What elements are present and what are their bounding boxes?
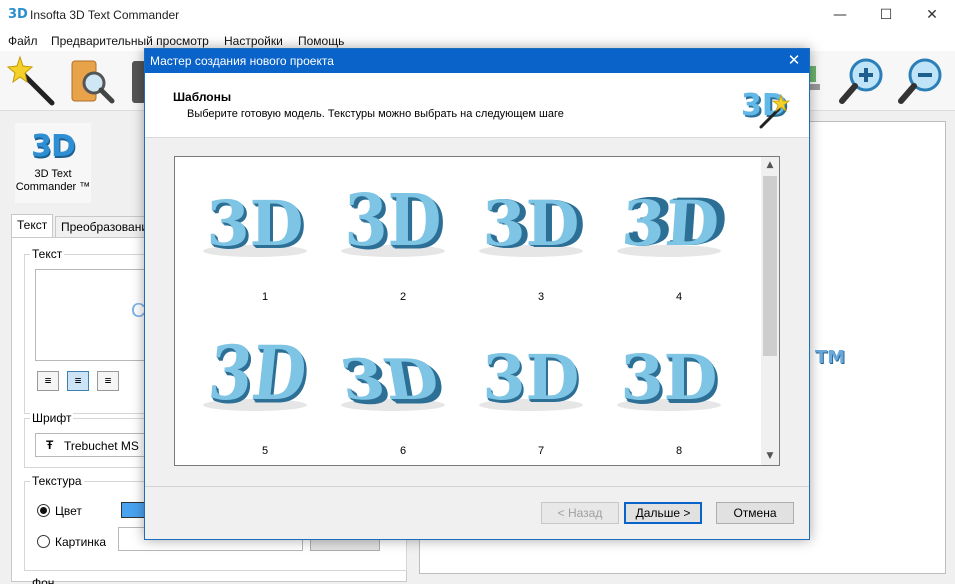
template-label: 4 bbox=[675, 291, 683, 303]
canvas-tm-text: TM bbox=[815, 347, 846, 368]
scroll-down-button[interactable]: ▼ bbox=[761, 448, 779, 465]
product-logo-icon: 3D bbox=[31, 129, 76, 164]
back-button[interactable]: < Назад bbox=[541, 502, 619, 524]
font-select-value: Trebuchet MS bbox=[64, 439, 139, 453]
zoom-in-icon[interactable] bbox=[836, 55, 888, 107]
menu-help[interactable]: Помощь bbox=[298, 34, 344, 48]
texture-picture-label: Картинка bbox=[55, 535, 107, 549]
template-preview-2: 3D3D3D3D3D bbox=[341, 178, 445, 266]
new-project-wizard-dialog: Мастер создания нового проекта ✕ Шаблоны… bbox=[144, 48, 810, 540]
template-label: 2 bbox=[399, 291, 407, 303]
texture-group-label: Текстура bbox=[30, 474, 84, 488]
scroll-thumb[interactable] bbox=[763, 176, 777, 356]
font-group-label: Шрифт bbox=[30, 411, 74, 425]
scroll-up-button[interactable]: ▲ bbox=[761, 157, 779, 174]
template-item-5[interactable]: 3D 3D 3D 3D 5 bbox=[195, 323, 315, 463]
dialog-header-subtitle: Выберите готовую модель. Текстуры можно … bbox=[187, 108, 564, 120]
template-label: 5 bbox=[261, 445, 269, 457]
template-item-4[interactable]: 3D 3D 3D 3D 3D 3D 3D 3D 3D 4 bbox=[609, 169, 729, 309]
close-window-button[interactable]: ✕ bbox=[909, 0, 955, 31]
tab-text[interactable]: Текст bbox=[11, 214, 54, 237]
template-text-face: 3D bbox=[620, 187, 722, 260]
dialog-title-bar: Мастер создания нового проекта ✕ bbox=[145, 49, 809, 73]
title-bar: 3D Insofta 3D Text Commander — ☐ ✕ bbox=[0, 0, 955, 31]
texture-color-radio[interactable] bbox=[37, 504, 50, 517]
zoom-out-icon[interactable] bbox=[895, 55, 947, 107]
template-text-face: 3D bbox=[207, 187, 304, 260]
maximize-button[interactable]: ☐ bbox=[863, 0, 909, 31]
magic-wand-icon[interactable] bbox=[6, 55, 58, 107]
product-logo-caption: 3D Text Commander ™ bbox=[15, 168, 91, 193]
menu-preview[interactable]: Предварительный просмотр bbox=[51, 34, 209, 48]
template-item-3[interactable]: 3D 3D 3D 3D 3D 3D 3D 3 bbox=[471, 169, 591, 309]
background-group-label: Фон bbox=[32, 576, 55, 584]
template-gallery: 3D 3D 3D 3D 1 3D 3D 3D 3D 3D 2 3D 3D 3D 3D 3D 3D 3D 3 3D 3D 3… bbox=[174, 156, 780, 466]
minimize-button[interactable]: — bbox=[817, 0, 863, 31]
font-type-icon: Ŧ bbox=[46, 438, 54, 452]
template-text-face: 3D bbox=[483, 187, 580, 260]
texture-color-label: Цвет bbox=[55, 504, 82, 518]
template-preview-8: 3D3D3D3D bbox=[617, 341, 721, 418]
dialog-separator bbox=[145, 486, 809, 487]
template-preview-4: 3D3D3D3D3D3D3D3D3D bbox=[617, 185, 729, 260]
text-group-label: Текст bbox=[30, 247, 65, 261]
template-text-face: 3D bbox=[205, 330, 311, 418]
template-label: 6 bbox=[399, 445, 407, 457]
app-logo-icon: 3D bbox=[8, 7, 28, 22]
template-preview-1: 3D3D3D3D bbox=[203, 187, 307, 263]
template-text-face: 3D bbox=[483, 341, 580, 414]
align-right-button[interactable]: ≡ bbox=[97, 371, 119, 391]
template-item-8[interactable]: 3D 3D 3D 3D 8 bbox=[609, 323, 729, 463]
template-label: 3 bbox=[537, 291, 545, 303]
product-logo-tile[interactable]: 3D 3D Text Commander ™ bbox=[15, 123, 91, 203]
template-label: 1 bbox=[261, 291, 269, 303]
template-preview-5: 3D3D3D3D bbox=[203, 330, 313, 421]
template-item-2[interactable]: 3D 3D 3D 3D 3D 2 bbox=[333, 169, 453, 309]
template-text-face: 3D bbox=[345, 178, 442, 262]
align-left-button[interactable]: ≡ bbox=[37, 371, 59, 391]
align-center-button[interactable]: ≡ bbox=[67, 371, 89, 391]
app-window: 3D Insofta 3D Text Commander — ☐ ✕ Файл … bbox=[0, 0, 955, 584]
template-item-1[interactable]: 3D 3D 3D 3D 1 bbox=[195, 169, 315, 309]
template-item-6[interactable]: 3D 3D 3D 3D 3D 3D 6 bbox=[333, 323, 453, 463]
dialog-header: Шаблоны Выберите готовую модель. Текстур… bbox=[145, 73, 809, 138]
toolbar-partial-icon bbox=[810, 66, 820, 90]
dialog-header-title: Шаблоны bbox=[173, 90, 232, 104]
template-preview-7: 3D3D3D bbox=[479, 341, 583, 417]
next-button[interactable]: Дальше > bbox=[624, 502, 702, 524]
dialog-close-button[interactable]: ✕ bbox=[779, 49, 809, 73]
template-text-face: 3D bbox=[621, 341, 718, 414]
cancel-button[interactable]: Отмена bbox=[716, 502, 794, 524]
template-label: 8 bbox=[675, 445, 683, 457]
template-preview-3: 3D3D3D3D3D3D3D bbox=[479, 187, 585, 262]
gallery-scrollbar[interactable]: ▲ ▼ bbox=[761, 157, 779, 465]
open-folder-icon[interactable] bbox=[68, 55, 120, 107]
template-preview-6: 3D3D3D3D3D3D bbox=[335, 347, 449, 417]
menu-settings[interactable]: Настройки bbox=[224, 34, 283, 48]
dialog-title: Мастер создания нового проекта bbox=[150, 54, 334, 68]
template-label: 7 bbox=[537, 445, 545, 457]
texture-picture-radio[interactable] bbox=[37, 535, 50, 548]
menu-file[interactable]: Файл bbox=[8, 34, 38, 48]
template-text-face: 3D bbox=[335, 347, 443, 413]
window-title: Insofta 3D Text Commander bbox=[30, 8, 180, 22]
wizard-3d-icon: 3D 3D bbox=[741, 88, 791, 129]
template-item-7[interactable]: 3D 3D 3D 7 bbox=[471, 323, 591, 463]
